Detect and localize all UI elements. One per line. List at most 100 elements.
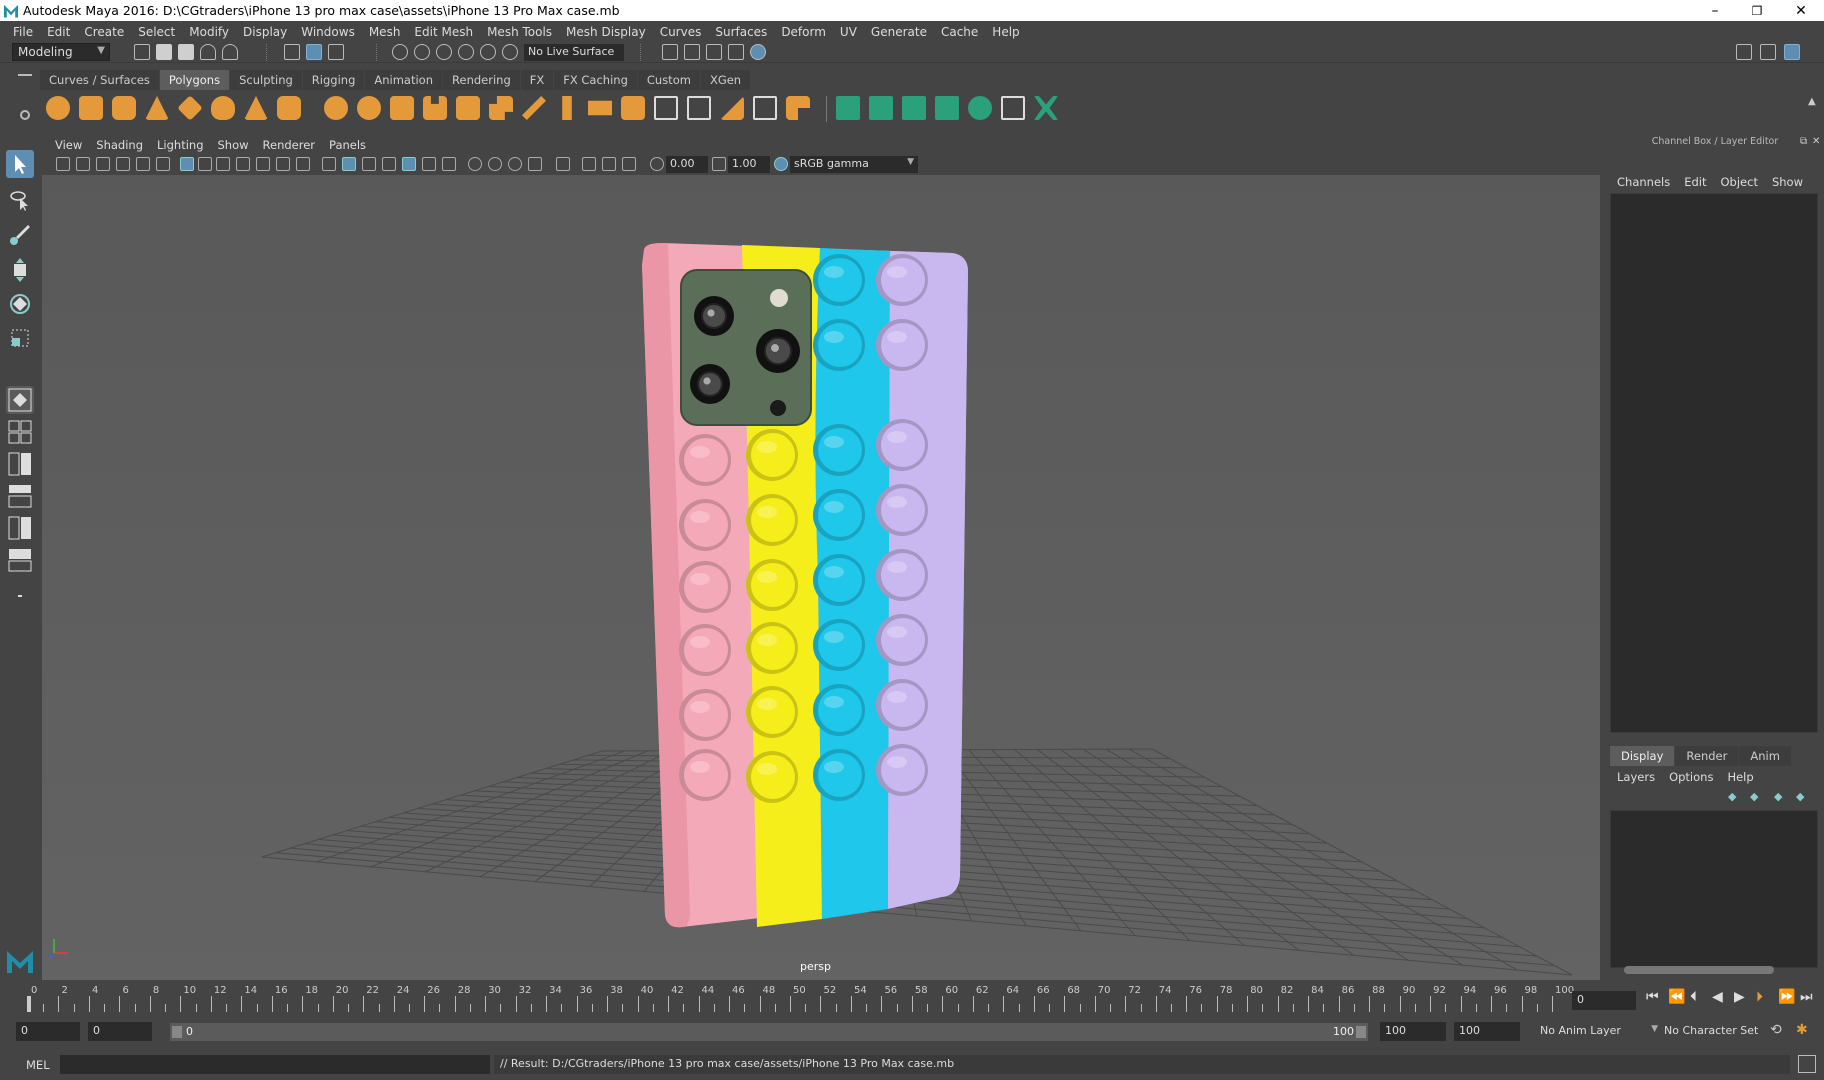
ipr-render-icon[interactable] bbox=[706, 44, 722, 60]
vp-menu-shading[interactable]: Shading bbox=[89, 138, 150, 152]
menu-select[interactable]: Select bbox=[131, 25, 182, 39]
view-transform-dropdown[interactable]: sRGB gamma ▼ bbox=[790, 156, 918, 173]
wireframe-icon[interactable] bbox=[322, 157, 336, 171]
checker-icon[interactable] bbox=[1001, 96, 1025, 120]
poly-cylinder-icon[interactable] bbox=[112, 96, 136, 120]
scale-tool[interactable] bbox=[6, 324, 34, 352]
snap-grid-icon[interactable] bbox=[392, 44, 408, 60]
fill-hole-icon[interactable] bbox=[654, 96, 678, 120]
shelf-tab-polygons[interactable]: Polygons bbox=[159, 70, 230, 90]
cb-menu-edit[interactable]: Edit bbox=[1677, 175, 1713, 189]
toggle-channel-box-icon[interactable] bbox=[1784, 44, 1800, 60]
gate-mask-icon[interactable] bbox=[236, 157, 250, 171]
motion-blur-icon[interactable] bbox=[488, 157, 502, 171]
shelf-tab-rigging[interactable]: Rigging bbox=[302, 70, 365, 90]
channel-list[interactable] bbox=[1610, 193, 1818, 733]
select-component-icon[interactable] bbox=[328, 44, 344, 60]
snap-surface-icon[interactable] bbox=[480, 44, 496, 60]
custom-layout[interactable] bbox=[6, 582, 34, 610]
collapse-icon[interactable] bbox=[753, 96, 777, 120]
shelf-tab-fx-caching[interactable]: FX Caching bbox=[554, 70, 637, 90]
move-layer-up-icon[interactable]: ◆ bbox=[1728, 790, 1736, 803]
menu-set-selector[interactable]: Modeling ▼ bbox=[12, 43, 110, 61]
layer-tab-display[interactable]: Display bbox=[1610, 746, 1675, 766]
poly-cube-icon[interactable] bbox=[79, 96, 103, 120]
gamma-field[interactable]: 1.00 bbox=[728, 156, 770, 173]
quick-layout-side[interactable] bbox=[6, 450, 34, 478]
xray-icon[interactable] bbox=[582, 157, 596, 171]
append-icon[interactable] bbox=[621, 96, 645, 120]
resolution-gate-icon[interactable] bbox=[216, 157, 230, 171]
layout-icon[interactable] bbox=[1760, 44, 1776, 60]
move-tool[interactable] bbox=[6, 256, 34, 284]
close-button[interactable]: ✕ bbox=[1780, 0, 1822, 21]
merge-icon[interactable] bbox=[687, 96, 711, 120]
command-input[interactable] bbox=[60, 1055, 490, 1074]
undo-icon[interactable] bbox=[200, 44, 216, 60]
uv-planar-icon[interactable] bbox=[836, 96, 860, 120]
menu-deform[interactable]: Deform bbox=[774, 25, 833, 39]
new-layer-icon[interactable]: ◆ bbox=[1774, 790, 1782, 803]
menu-edit-mesh[interactable]: Edit Mesh bbox=[407, 25, 480, 39]
snap-curve-icon[interactable] bbox=[414, 44, 430, 60]
range-slider[interactable]: 0 100 bbox=[170, 1023, 1368, 1041]
extract-icon[interactable] bbox=[390, 96, 414, 120]
render-settings-icon[interactable] bbox=[728, 44, 744, 60]
character-set-dropdown[interactable]: No Character Set bbox=[1664, 1024, 1774, 1042]
redo-icon[interactable] bbox=[222, 44, 238, 60]
menu-cache[interactable]: Cache bbox=[934, 25, 985, 39]
quick-layout-graph[interactable] bbox=[6, 514, 34, 542]
menu-edit[interactable]: Edit bbox=[40, 25, 77, 39]
use-all-lights-icon[interactable] bbox=[422, 157, 436, 171]
safe-title-icon[interactable] bbox=[296, 157, 310, 171]
quick-layout-hypershade[interactable] bbox=[6, 546, 34, 574]
select-tool[interactable] bbox=[6, 150, 34, 178]
layer-list[interactable] bbox=[1610, 810, 1818, 968]
menu-help[interactable]: Help bbox=[985, 25, 1026, 39]
shelf-tab-sculpting[interactable]: Sculpting bbox=[230, 70, 302, 90]
color-management-icon[interactable] bbox=[774, 157, 788, 171]
hypershade-icon[interactable] bbox=[750, 44, 766, 60]
cb-menu-show[interactable]: Show bbox=[1765, 175, 1810, 189]
play-forwards-button[interactable]: ▶ bbox=[1734, 989, 1745, 1005]
current-time-marker[interactable] bbox=[27, 996, 31, 1012]
range-end-handle[interactable] bbox=[1356, 1026, 1366, 1038]
layer-menu-help[interactable]: Help bbox=[1720, 770, 1760, 784]
step-back-frame-button[interactable]: ⏴ bbox=[1690, 989, 1697, 1005]
layer-tab-render[interactable]: Render bbox=[1675, 746, 1739, 766]
render-frame-icon[interactable] bbox=[684, 44, 700, 60]
menu-display[interactable]: Display bbox=[236, 25, 294, 39]
grease-pencil-icon[interactable] bbox=[156, 157, 170, 171]
menu-uv[interactable]: UV bbox=[833, 25, 864, 39]
command-language[interactable]: MEL bbox=[26, 1058, 50, 1072]
animation-start-field[interactable]: 0 bbox=[16, 1022, 80, 1041]
grid-toggle-icon[interactable] bbox=[180, 157, 194, 171]
quick-layout-single[interactable] bbox=[6, 386, 34, 414]
vp-menu-lighting[interactable]: Lighting bbox=[150, 138, 210, 152]
separate-icon[interactable] bbox=[357, 96, 381, 120]
perspective-viewport[interactable] bbox=[42, 175, 1600, 980]
menu-generate[interactable]: Generate bbox=[864, 25, 934, 39]
layer-menu-options[interactable]: Options bbox=[1662, 770, 1720, 784]
menu-mesh-display[interactable]: Mesh Display bbox=[559, 25, 653, 39]
xray-joints-icon[interactable] bbox=[622, 157, 636, 171]
anti-aliasing-icon[interactable] bbox=[508, 157, 522, 171]
vp-menu-view[interactable]: View bbox=[48, 138, 89, 152]
cb-menu-channels[interactable]: Channels bbox=[1610, 175, 1677, 189]
field-chart-icon[interactable] bbox=[256, 157, 270, 171]
script-editor-icon[interactable] bbox=[1798, 1055, 1816, 1073]
select-object-icon[interactable] bbox=[306, 44, 322, 60]
new-scene-icon[interactable] bbox=[134, 44, 150, 60]
save-scene-icon[interactable] bbox=[178, 44, 194, 60]
poly-sphere-icon[interactable] bbox=[46, 96, 70, 120]
menu-mesh[interactable]: Mesh bbox=[362, 25, 408, 39]
shadows-icon[interactable] bbox=[442, 157, 456, 171]
select-hierarchy-icon[interactable] bbox=[284, 44, 300, 60]
uv-automatic-icon[interactable] bbox=[935, 96, 959, 120]
xray-active-icon[interactable] bbox=[602, 157, 616, 171]
snap-point-icon[interactable] bbox=[436, 44, 452, 60]
playback-start-field[interactable]: 0 bbox=[88, 1022, 152, 1041]
shelf-tab-animation[interactable]: Animation bbox=[365, 70, 443, 90]
playback-end-field[interactable]: 100 bbox=[1380, 1022, 1446, 1041]
smooth-shade-icon[interactable] bbox=[342, 157, 356, 171]
